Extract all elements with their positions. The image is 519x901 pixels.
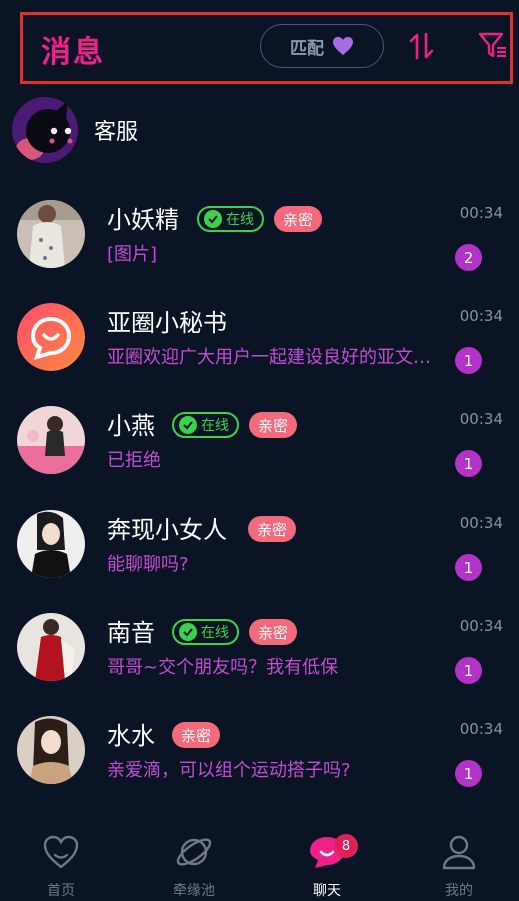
customer-service-row[interactable]: 客服	[12, 96, 412, 164]
intimate-badge: 亲密	[172, 722, 221, 748]
contact-name: 小燕	[107, 412, 155, 440]
avatar	[17, 200, 85, 268]
online-label: 在线	[201, 418, 229, 434]
contact-name: 小妖精	[107, 206, 179, 234]
intimate-badge: 亲密	[249, 412, 298, 438]
badge-group: 亲密	[248, 516, 297, 542]
nav-item-chat[interactable]: 8 聊天	[277, 832, 377, 900]
message-preview: 能聊聊吗?	[107, 554, 189, 575]
match-button[interactable]: 匹配	[260, 24, 384, 68]
sort-icon[interactable]	[406, 30, 438, 62]
message-preview: 亲爱滴，可以组个运动搭子吗?	[107, 760, 351, 781]
check-icon	[179, 623, 197, 641]
conversation-row[interactable]: 小燕 在线 亲密 已拒绝 00:34 1	[0, 406, 519, 510]
unread-count-badge: 1	[455, 347, 482, 374]
unread-count-badge: 1	[455, 760, 482, 787]
unread-count-badge: 2	[455, 244, 482, 271]
badge-group: 在线 亲密	[172, 619, 298, 645]
message-time: 00:34	[459, 617, 503, 635]
heart-icon	[333, 36, 353, 56]
filter-icon[interactable]	[478, 31, 508, 61]
badge-group: 亲密	[172, 722, 221, 748]
message-preview: [图片]	[107, 244, 158, 265]
unread-count-badge: 1	[455, 450, 482, 477]
badge-group: 在线 亲密	[172, 412, 298, 438]
avatar	[17, 510, 85, 578]
conversation-row[interactable]: 南音 在线 亲密 哥哥~交个朋友吗？我有低保 00:34 1	[0, 613, 519, 717]
online-label: 在线	[201, 625, 229, 641]
message-preview: 已拒绝	[107, 450, 161, 471]
nav-label-home: 首页	[47, 883, 75, 899]
conversation-row[interactable]: 水水 亲密 亲爱滴，可以组个运动搭子吗? 00:34 1	[0, 716, 519, 820]
unread-count-badge: 1	[455, 657, 482, 684]
contact-name: 奔现小女人	[107, 516, 227, 544]
avatar	[17, 613, 85, 681]
planet-icon	[176, 838, 212, 866]
contact-name: 亚圈小秘书	[107, 309, 227, 337]
conversation-row[interactable]: 亚圈小秘书 亚圈欢迎广大用户一起建设良好的亚文… 00:34 1	[0, 303, 519, 407]
intimate-badge: 亲密	[249, 619, 298, 645]
avatar	[17, 716, 85, 784]
nav-item-home[interactable]: 首页	[11, 832, 111, 900]
page-title: 消息	[41, 35, 105, 70]
customer-service-name: 客服	[94, 120, 139, 145]
online-badge: 在线	[197, 206, 264, 232]
chat-unread-badge: 8	[334, 834, 358, 858]
online-badge: 在线	[172, 619, 239, 645]
header-bar: 消息 匹配	[20, 12, 513, 84]
message-time: 00:34	[459, 410, 503, 428]
check-icon	[204, 210, 222, 228]
conversation-row[interactable]: 小妖精 在线 亲密 [图片] 00:34 2	[0, 200, 519, 304]
nav-label-pool: 牵缘池	[173, 883, 215, 899]
nav-item-pool[interactable]: 牵缘池	[144, 832, 244, 900]
user-icon	[442, 835, 476, 870]
unread-count-badge: 1	[455, 554, 482, 581]
heart-outline-icon	[43, 835, 79, 869]
contact-name: 南音	[107, 619, 155, 647]
check-icon	[179, 416, 197, 434]
message-preview: 哥哥~交个朋友吗？我有低保	[107, 657, 339, 678]
message-time: 00:34	[459, 307, 503, 325]
message-time: 00:34	[459, 514, 503, 532]
nav-item-mine[interactable]: 我的	[409, 832, 509, 900]
avatar	[17, 303, 85, 371]
badge-group: 在线 亲密	[197, 206, 323, 232]
message-preview: 亚圈欢迎广大用户一起建设良好的亚文…	[107, 347, 431, 368]
intimate-badge: 亲密	[274, 206, 323, 232]
nav-label-mine: 我的	[445, 883, 473, 899]
online-label: 在线	[226, 212, 254, 228]
message-time: 00:34	[459, 720, 503, 738]
customer-service-avatar	[12, 97, 78, 163]
conversation-row[interactable]: 奔现小女人 亲密 能聊聊吗? 00:34 1	[0, 510, 519, 614]
nav-label-chat: 聊天	[313, 883, 341, 899]
online-badge: 在线	[172, 412, 239, 438]
intimate-badge: 亲密	[248, 516, 297, 542]
avatar	[17, 406, 85, 474]
message-time: 00:34	[459, 204, 503, 222]
match-button-label: 匹配	[290, 38, 324, 59]
bottom-navigation: 首页 牵缘池 8 聊天 我的	[0, 822, 519, 901]
contact-name: 水水	[107, 722, 155, 750]
